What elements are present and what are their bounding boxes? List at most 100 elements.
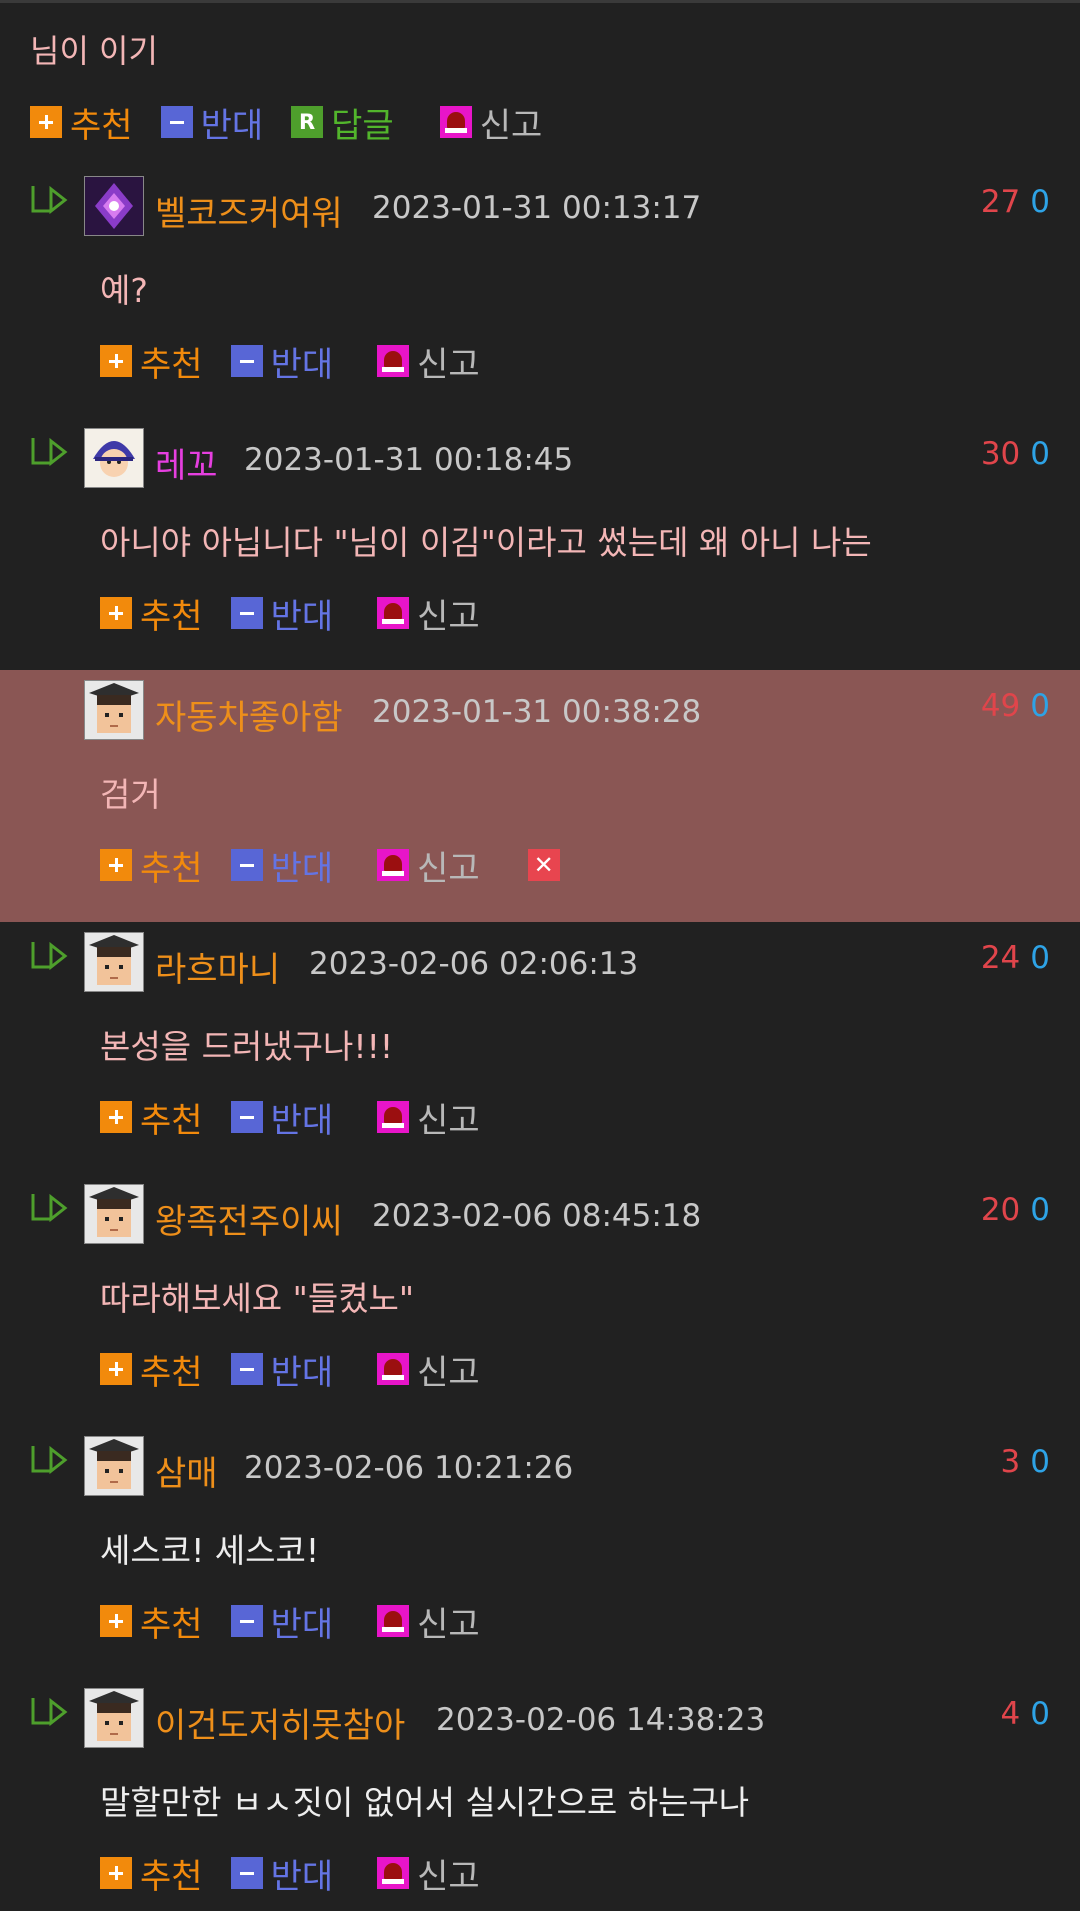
timestamp: 2023-01-31 00:38:28 (372, 694, 702, 730)
siren-icon (377, 1857, 410, 1889)
siren-icon (377, 1353, 410, 1385)
up-count: 3 (1000, 1444, 1021, 1480)
comment-actions: 추천 반대 신고 ✕ (100, 841, 560, 890)
oppose-button[interactable]: 반대 (160, 98, 264, 147)
recommend-label: 추천 (70, 105, 133, 146)
minus-icon (230, 1353, 263, 1385)
recommend-button[interactable]: 추천 (100, 1093, 203, 1142)
recommend-label: 추천 (140, 1604, 203, 1645)
vote-counts: 20 0 (981, 1192, 1050, 1228)
report-button[interactable]: 신고 (377, 841, 480, 890)
reply-icon (291, 106, 324, 138)
down-count: 0 (1030, 940, 1050, 976)
comment-actions: 추천 반대 신고 (100, 589, 508, 638)
siren-icon (439, 106, 472, 138)
recommend-button[interactable]: 추천 (100, 1849, 203, 1898)
report-button[interactable]: 신고 (377, 589, 480, 638)
recommend-button[interactable]: 추천 (30, 98, 133, 147)
comment-item: 왕족전주이씨 2023-02-06 08:45:18 20 0 따라해보세요 "들… (0, 1174, 1080, 1426)
nickname[interactable]: 벨코즈커여워 (155, 186, 343, 235)
parent-comment-text: 님이 이기 (30, 32, 158, 70)
down-count: 0 (1030, 688, 1050, 724)
up-count: 30 (980, 436, 1021, 472)
oppose-button[interactable]: 반대 (230, 1597, 333, 1646)
report-label: 신고 (417, 848, 480, 889)
graduate-avatar-icon (84, 1184, 144, 1244)
oppose-label: 반대 (270, 848, 334, 889)
top-divider (0, 0, 1080, 3)
report-button[interactable]: 신고 (377, 1093, 480, 1142)
comment-actions: 추천 반대 신고 (100, 1597, 508, 1646)
graduate-avatar-icon (84, 1436, 144, 1496)
comment-actions: 추천 반대 신고 (100, 337, 508, 386)
reply-arrow-icon (31, 1193, 68, 1223)
recommend-label: 추천 (140, 596, 203, 637)
down-count: 0 (1030, 1444, 1050, 1480)
nickname[interactable]: 왕족전주이씨 (155, 1194, 343, 1243)
reply-arrow-icon (31, 185, 68, 215)
report-label: 신고 (417, 596, 480, 637)
oppose-button[interactable]: 반대 (230, 589, 333, 638)
timestamp: 2023-02-06 10:21:26 (244, 1450, 574, 1486)
oppose-button[interactable]: 반대 (230, 1093, 333, 1142)
reply-arrow-icon (31, 437, 68, 467)
oppose-button[interactable]: 반대 (230, 1849, 334, 1898)
vote-counts: 30 0 (981, 436, 1050, 472)
minus-icon (230, 849, 263, 881)
nickname[interactable]: 라흐마니 (155, 942, 280, 991)
vote-counts: 24 0 (981, 940, 1050, 976)
wizard-avatar-icon (84, 428, 144, 488)
report-button[interactable]: 신고 (377, 1345, 480, 1394)
report-button[interactable]: 신고 (377, 1849, 480, 1898)
nickname[interactable]: 레꼬 (155, 438, 218, 487)
report-label: 신고 (417, 1352, 480, 1393)
recommend-button[interactable]: 추천 (100, 1345, 203, 1394)
oppose-button[interactable]: 반대 (230, 1345, 333, 1394)
recommend-label: 추천 (140, 1856, 203, 1897)
report-button[interactable]: 신고 (439, 98, 542, 147)
comment-text: 검거 (100, 775, 161, 814)
comment-text: 말할만한 ㅂㅅ짓이 없어서 실시간으로 하는구나 (100, 1783, 750, 1822)
nickname[interactable]: 삼매 (155, 1446, 218, 1495)
oppose-label: 반대 (270, 1856, 334, 1897)
comment-text: 세스코! 세스코! (100, 1531, 320, 1570)
recommend-label: 추천 (140, 1100, 203, 1141)
recommend-label: 추천 (140, 1352, 203, 1393)
comment-item: 레꼬 2023-01-31 00:18:45 30 0 아니야 아닙니다 "님이 … (0, 418, 1080, 670)
comment-item: 삼매 2023-02-06 10:21:26 30 세스코! 세스코! 추천 반… (0, 1426, 1080, 1678)
oppose-label: 반대 (200, 105, 264, 146)
oppose-button[interactable]: 반대 (230, 841, 334, 890)
recommend-button[interactable]: 추천 (100, 841, 203, 890)
oppose-label: 반대 (270, 344, 334, 385)
plus-icon (100, 849, 132, 881)
report-button[interactable]: 신고 (377, 337, 480, 386)
delete-close-icon[interactable]: ✕ (527, 849, 560, 881)
reply-arrow-icon (31, 941, 68, 971)
siren-icon (377, 597, 410, 629)
report-label: 신고 (417, 1856, 480, 1897)
nickname[interactable]: 이건도저히못참아 (155, 1698, 405, 1747)
comment-item-highlighted: 자동차좋아함 2023-01-31 00:38:28 49 0 검거 추천 반대 … (0, 670, 1080, 922)
graduate-avatar-icon (84, 1688, 144, 1748)
siren-icon (377, 1101, 410, 1133)
up-count: 49 (980, 688, 1021, 724)
oppose-button[interactable]: 반대 (230, 337, 334, 386)
vote-counts: 27 0 (981, 184, 1050, 220)
plus-icon (100, 597, 132, 629)
report-button[interactable]: 신고 (377, 1597, 480, 1646)
graduate-avatar-icon (84, 932, 144, 992)
siren-icon (377, 1605, 410, 1637)
nickname[interactable]: 자동차좋아함 (155, 690, 343, 739)
recommend-button[interactable]: 추천 (100, 589, 203, 638)
reply-button[interactable]: 답글 (291, 98, 394, 147)
comment-text: 예? (100, 271, 148, 310)
report-label: 신고 (417, 1100, 480, 1141)
up-count: 20 (980, 1192, 1021, 1228)
recommend-button[interactable]: 추천 (100, 337, 203, 386)
plus-icon (100, 1353, 132, 1385)
comment-text: 본성을 드러냈구나!!! (100, 1027, 394, 1066)
plus-icon (100, 1101, 132, 1133)
reply-label: 답글 (331, 105, 394, 146)
purple-crystal-avatar-icon (84, 176, 144, 236)
recommend-button[interactable]: 추천 (100, 1597, 203, 1646)
